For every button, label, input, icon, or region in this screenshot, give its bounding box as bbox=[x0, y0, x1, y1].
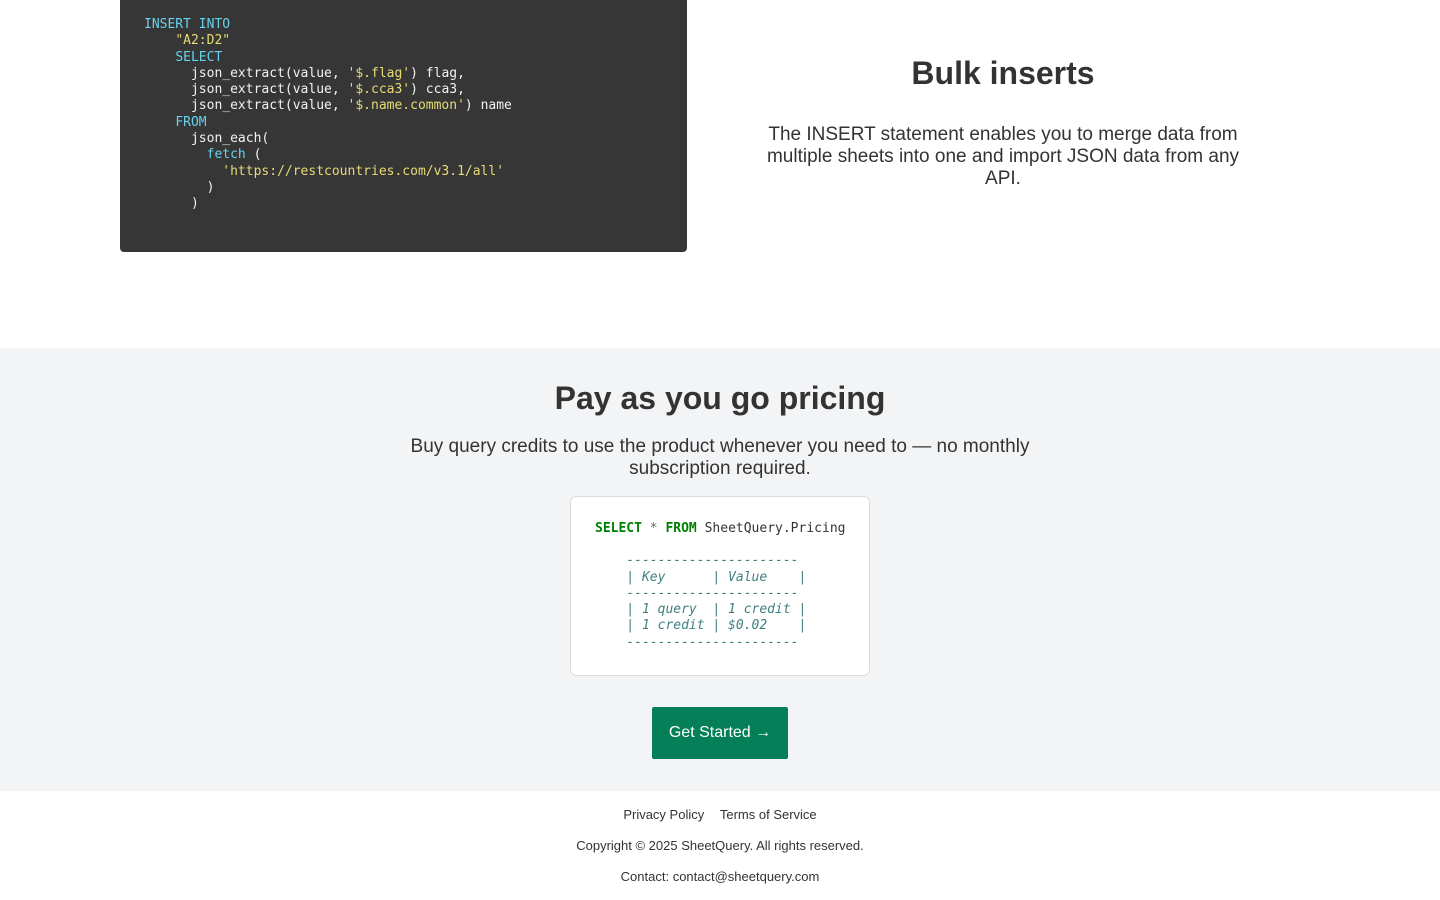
get-started-button[interactable]: Get Started → bbox=[652, 707, 788, 759]
json-path-flag: '$.flag' bbox=[347, 65, 411, 81]
pricing-query-code: SELECT * FROM SheetQuery.Pricing -------… bbox=[595, 521, 869, 651]
feature-text-block: Bulk inserts The INSERT statement enable… bbox=[753, 52, 1253, 190]
pricing-section: Pay as you go pricing Buy query credits … bbox=[0, 348, 1440, 791]
feature-title: Bulk inserts bbox=[911, 55, 1095, 91]
keyword-select: SELECT bbox=[175, 49, 223, 65]
code-text: ) flag, bbox=[410, 65, 465, 81]
code-text: json_each( bbox=[190, 131, 270, 147]
code-text: ) bbox=[190, 196, 199, 212]
keyword-from: FROM bbox=[175, 114, 207, 130]
feature-description: The INSERT statement enables you to merg… bbox=[766, 124, 1240, 189]
sql-keyword-from: FROM bbox=[665, 521, 697, 536]
keyword-fetch: fetch bbox=[206, 147, 246, 163]
pricing-query-card: SELECT * FROM SheetQuery.Pricing -------… bbox=[570, 496, 870, 676]
code-text: json_extract(value, bbox=[190, 82, 348, 98]
footer-contact: Contact: contact@sheetquery.com bbox=[0, 869, 1440, 885]
target-range-string: "A2:D2" bbox=[175, 33, 231, 49]
privacy-policy-link[interactable]: Privacy Policy bbox=[623, 807, 704, 822]
bulk-inserts-section: INSERT INTO "A2:D2" SELECT json_extract(… bbox=[0, 0, 1440, 348]
code-text: json_extract(value, bbox=[190, 98, 348, 114]
code-text: ) bbox=[206, 179, 215, 195]
api-url-string: 'https://restcountries.com/v3.1/all' bbox=[222, 163, 505, 179]
footer-links: Privacy Policy Terms of Service bbox=[0, 807, 1440, 823]
code-text: ( bbox=[245, 147, 262, 163]
pricing-result-table: ---------------------- | Key | Value | -… bbox=[626, 553, 807, 650]
json-path-cca3: '$.cca3' bbox=[347, 82, 411, 98]
sql-table-name: SheetQuery.Pricing bbox=[704, 521, 846, 536]
code-example-panel: INSERT INTO "A2:D2" SELECT json_extract(… bbox=[120, 0, 687, 252]
pricing-title: Pay as you go pricing bbox=[554, 380, 886, 416]
sql-keyword-select: SELECT bbox=[595, 521, 642, 536]
footer: Privacy Policy Terms of Service Copyrigh… bbox=[0, 791, 1440, 900]
keyword-insert-into: INSERT INTO bbox=[144, 17, 231, 32]
contact-email-link[interactable]: contact@sheetquery.com bbox=[673, 869, 820, 884]
json-path-name: '$.name.common' bbox=[347, 98, 465, 114]
insert-code-block: INSERT INTO "A2:D2" SELECT json_extract(… bbox=[144, 17, 663, 213]
pricing-description: Buy query credits to use the product whe… bbox=[410, 436, 1030, 479]
code-text: ) cca3, bbox=[410, 82, 465, 98]
code-text: ) name bbox=[464, 98, 512, 114]
contact-label: Contact: bbox=[620, 869, 673, 884]
copyright-text: Copyright © 2025 SheetQuery. All rights … bbox=[576, 838, 864, 853]
terms-of-service-link[interactable]: Terms of Service bbox=[720, 807, 817, 822]
code-text: json_extract(value, bbox=[190, 65, 348, 81]
sql-star: * bbox=[649, 521, 658, 536]
